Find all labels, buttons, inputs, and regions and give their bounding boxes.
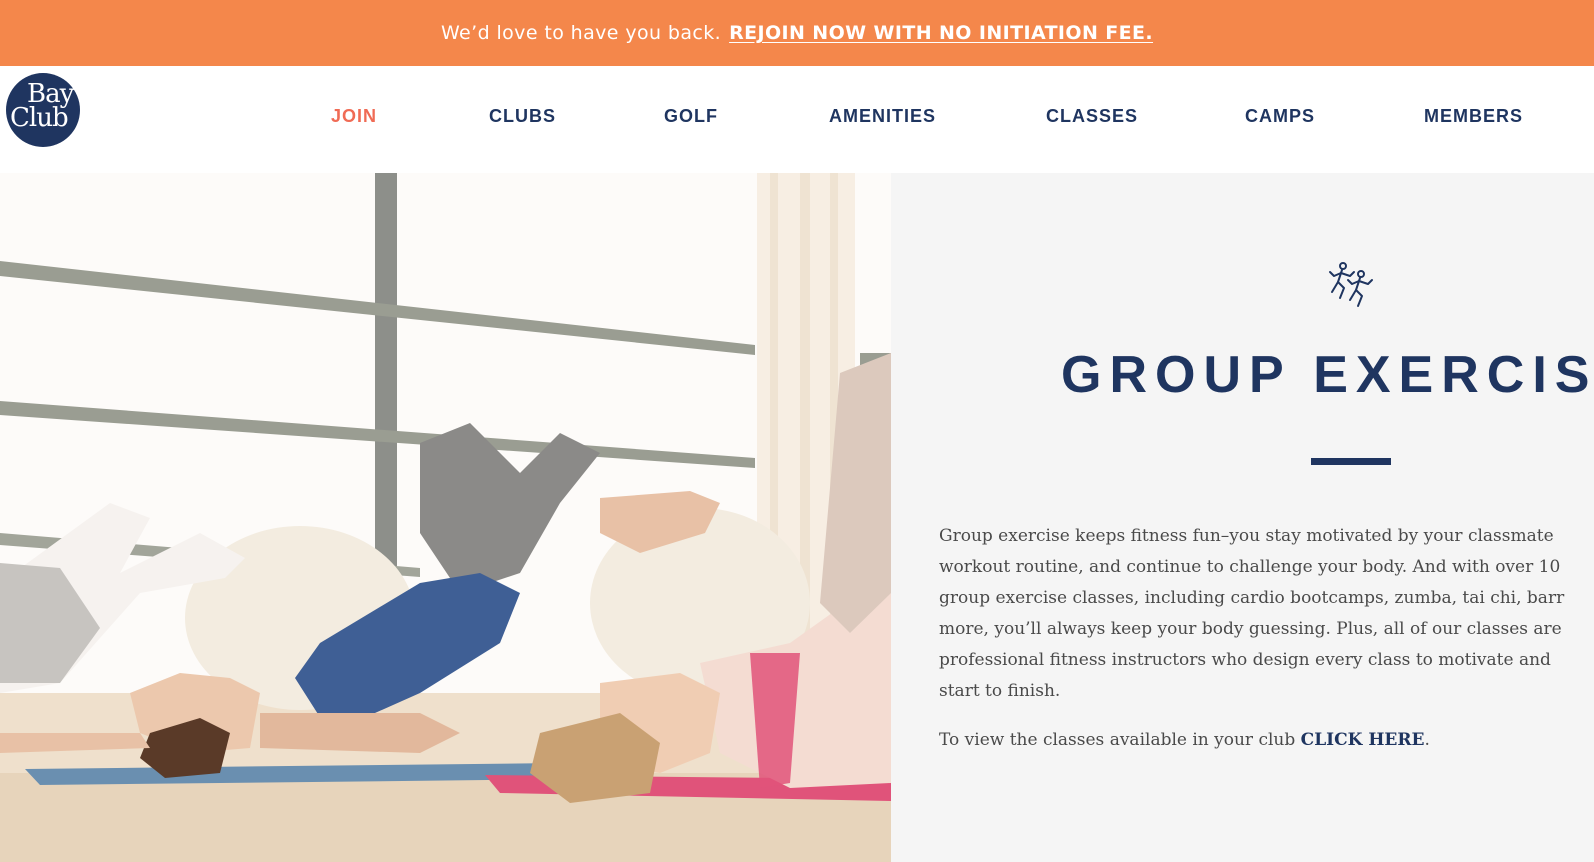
nav-item-members[interactable]: MEMBERS: [1424, 104, 1523, 128]
group-exercise-photo: [0, 173, 891, 862]
description-line: Group exercise keeps fitness fun–you sta…: [939, 526, 1554, 546]
group-exercise-panel: GROUP EXERCIS Group exercise keeps fitne…: [891, 173, 1594, 862]
click-here-link[interactable]: CLICK HERE: [1301, 730, 1425, 750]
description-line: workout routine, and continue to challen…: [939, 557, 1561, 577]
section-description: Group exercise keeps fitness fun–you sta…: [939, 521, 1594, 707]
nav-item-golf[interactable]: GOLF: [664, 104, 718, 128]
rejoin-link[interactable]: REJOIN NOW WITH NO INITIATION FEE.: [729, 22, 1153, 44]
title-divider: [1311, 458, 1391, 465]
promo-banner: We’d love to have you back. REJOIN NOW W…: [0, 0, 1594, 66]
photo-illustration: [0, 173, 891, 862]
running-people-icon: [1329, 262, 1373, 307]
description-line: group exercise classes, including cardio…: [939, 588, 1565, 608]
logo-text-club: Club: [10, 103, 69, 133]
view-classes-prefix: To view the classes available in your cl…: [939, 730, 1301, 750]
description-line: professional fitness instructors who des…: [939, 650, 1551, 670]
nav-item-camps[interactable]: CAMPS: [1245, 104, 1315, 128]
site-header: Bay Club JOIN CLUBS GOLF AMENITIES CLASS…: [0, 66, 1594, 173]
nav-item-clubs[interactable]: CLUBS: [489, 104, 556, 128]
nav-item-amenities[interactable]: AMENITIES: [829, 104, 936, 128]
description-line: more, you’ll always keep your body guess…: [939, 619, 1562, 639]
promo-lead-text: We’d love to have you back.: [440, 22, 722, 44]
view-classes-text: To view the classes available in your cl…: [939, 726, 1430, 754]
nav-item-join[interactable]: JOIN: [331, 104, 377, 128]
page-title: GROUP EXERCIS: [1061, 346, 1594, 404]
bay-club-logo[interactable]: Bay Club: [6, 73, 80, 147]
nav-item-classes[interactable]: CLASSES: [1046, 104, 1138, 128]
view-classes-suffix: .: [1424, 730, 1430, 750]
description-line: start to finish.: [939, 681, 1061, 701]
